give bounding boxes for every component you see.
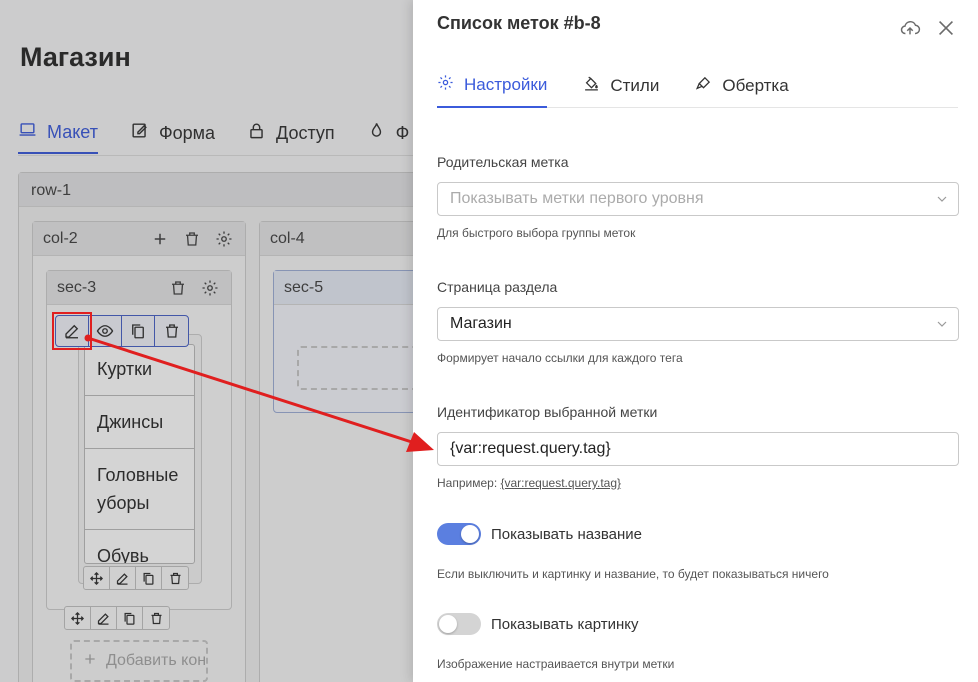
field-label: Родительская метка [437,154,569,170]
selected-tag-id-input[interactable]: {var:request.query.tag} [437,432,959,466]
toggle-help: Изображение настраивается внутри метки [437,657,675,671]
settings-panel: Список меток #b-8 Настройки Стили Обертк… [413,0,978,682]
field-label: Идентификатор выбранной метки [437,404,658,420]
tab-wrapper[interactable]: Обертка [695,64,789,108]
toggle-label: Показывать картинку [491,615,639,633]
show-name-toggle[interactable] [437,523,481,545]
section-page-select[interactable]: Магазин [437,307,959,341]
close-icon[interactable] [934,16,958,40]
field-help: Для быстрого выбора группы меток [437,226,636,240]
panel-actions [898,16,958,40]
tab-label: Настройки [464,75,548,94]
input-value: {var:request.query.tag} [450,440,611,457]
parent-tag-field: Родительская метка Показывать метки перв… [437,154,959,240]
paint-bucket-icon [583,75,600,97]
field-label: Страница раздела [437,279,558,295]
chevron-down-icon [937,321,947,327]
tab-settings[interactable]: Настройки [437,64,548,108]
parent-tag-select[interactable]: Показывать метки первого уровня [437,182,959,216]
chevron-down-icon [937,196,947,202]
help-prefix: Например: [437,476,498,490]
gear-icon [437,74,454,96]
toggle-label: Показывать название [491,525,642,543]
panel-title: Список меток #b-8 [437,13,601,33]
show-name-row: Показывать название [437,523,642,545]
toggle-knob [439,615,457,633]
toggle-help: Если выключить и картинку и название, то… [437,567,829,581]
field-help: Формирует начало ссылки для каждого тега [437,351,683,365]
brush-icon [695,75,712,97]
panel-tabs: Настройки Стили Обертка [437,64,958,108]
show-image-toggle[interactable] [437,613,481,635]
show-image-row: Показывать картинку [437,613,639,635]
select-placeholder: Показывать метки первого уровня [450,190,704,207]
tab-label: Стили [610,76,660,95]
tab-styles[interactable]: Стили [583,64,659,108]
section-page-field: Страница раздела Магазин Формирует начал… [437,279,959,365]
help-example: {var:request.query.tag} [500,476,622,490]
cloud-upload-icon[interactable] [898,16,922,40]
select-value: Магазин [450,315,512,332]
annotation-highlight [52,312,92,350]
toggle-knob [461,525,479,543]
field-help: Например: {var:request.query.tag} [437,476,959,490]
selected-tag-id-field: Идентификатор выбранной метки {var:reque… [437,404,959,490]
tab-label: Обертка [722,76,789,95]
